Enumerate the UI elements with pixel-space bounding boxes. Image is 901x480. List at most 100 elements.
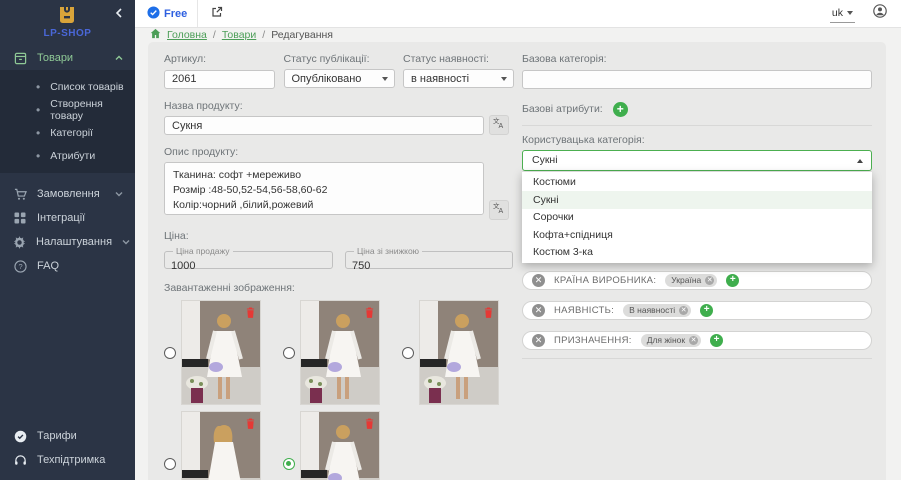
delete-image-button[interactable] xyxy=(365,305,374,323)
translate-name-button[interactable]: 文A xyxy=(489,115,509,135)
breadcrumb-current: Редагування xyxy=(271,29,333,41)
sidebar-item-products[interactable]: Товари xyxy=(0,46,135,70)
image-select-radio[interactable] xyxy=(402,347,414,359)
add-attribute-value-button[interactable]: + xyxy=(700,304,713,317)
custom-attributes-list: ✕ КРАЇНА ВИРОБНИКА: Україна ✕ + ✕ НАЯВНІ… xyxy=(522,271,872,350)
svg-text:A: A xyxy=(499,123,504,129)
sale-price-field: Ціна продажу xyxy=(164,246,333,269)
sidebar-item-product-list[interactable]: •Список товарів xyxy=(0,75,135,98)
plan-badge[interactable]: Free xyxy=(147,6,187,22)
base-category-input[interactable] xyxy=(522,70,872,89)
image-select-radio[interactable] xyxy=(164,458,176,470)
add-base-attribute-button[interactable]: + xyxy=(613,102,628,117)
open-shop-button[interactable] xyxy=(208,5,226,23)
remove-attribute-button[interactable]: ✕ xyxy=(532,334,545,347)
sku-label: Артикул: xyxy=(164,53,275,65)
account-button[interactable] xyxy=(871,5,889,23)
chevron-down-icon xyxy=(382,77,388,81)
language-value: uk xyxy=(832,7,843,19)
add-attribute-value-button[interactable]: + xyxy=(710,334,723,347)
bullet-icon: • xyxy=(36,150,40,162)
product-name-input[interactable] xyxy=(164,116,484,135)
divider xyxy=(522,125,872,126)
availability-status-select[interactable]: в наявності xyxy=(403,69,514,88)
sidebar-subitem-label: Створення товару xyxy=(50,98,135,122)
svg-text:?: ? xyxy=(18,262,22,271)
product-description-textarea[interactable]: Тканина: софт +мереживо Розмір :48-50,52… xyxy=(164,162,484,215)
sidebar-item-integrations[interactable]: Інтеграції xyxy=(0,206,135,230)
bullet-icon: • xyxy=(36,104,40,116)
product-photo xyxy=(300,300,380,405)
topbar-right: uk xyxy=(830,5,889,23)
cart-icon xyxy=(13,187,27,201)
remove-chip-button[interactable]: ✕ xyxy=(679,306,688,315)
sidebar-item-orders[interactable]: Замовлення xyxy=(0,182,135,206)
discount-price-input[interactable] xyxy=(352,260,498,272)
sidebar-item-label: Інтеграції xyxy=(37,212,123,224)
image-select-radio[interactable] xyxy=(283,347,295,359)
products-box-icon xyxy=(13,51,27,65)
chip-label: В наявності xyxy=(629,305,675,315)
product-name-label: Назва продукту: xyxy=(164,100,484,112)
chevron-down-icon xyxy=(847,11,853,15)
translate-description-button[interactable]: 文A xyxy=(489,200,509,220)
sidebar-item-support[interactable]: Техпідтримка xyxy=(0,448,135,472)
sidebar-item-product-create[interactable]: • Створення товару xyxy=(0,98,135,121)
publish-status-value: Опубліковано xyxy=(292,73,362,85)
uploaded-images-label: Завантаженні зображення: xyxy=(164,282,514,294)
breadcrumb: Головна / Товари / Редагування xyxy=(135,28,901,42)
discount-price-field: Ціна зі знижкою xyxy=(345,246,513,269)
image-select-radio[interactable] xyxy=(283,458,295,470)
remove-attribute-button[interactable]: ✕ xyxy=(532,274,545,287)
brand-logo[interactable]: LP-SHOP xyxy=(44,7,92,39)
breadcrumb-separator: / xyxy=(262,29,265,41)
image-select-radio[interactable] xyxy=(164,347,176,359)
delete-image-button[interactable] xyxy=(246,416,255,434)
remove-chip-button[interactable]: ✕ xyxy=(705,276,714,285)
attribute-label: КРАЇНА ВИРОБНИКА: xyxy=(554,275,656,286)
chevron-down-icon xyxy=(501,77,507,81)
custom-category-select[interactable]: Сукні xyxy=(522,150,872,171)
form-right-column: Базова категорія: Базові атрибути: + Кор… xyxy=(522,53,872,480)
sidebar-item-attributes[interactable]: •Атрибути xyxy=(0,144,135,167)
dropdown-option[interactable]: Костюм 3-ка xyxy=(522,244,872,262)
attribute-row: ✕ НАЯВНІСТЬ: В наявності ✕ + xyxy=(522,301,872,320)
plan-label: Free xyxy=(164,8,187,20)
sidebar-header: LP-SHOP xyxy=(0,0,135,46)
attribute-row: ✕ КРАЇНА ВИРОБНИКА: Україна ✕ + xyxy=(522,271,872,290)
publish-status-select[interactable]: Опубліковано xyxy=(284,69,395,88)
sale-price-input[interactable] xyxy=(171,260,318,272)
dropdown-option[interactable]: Сорочки xyxy=(522,209,872,227)
sidebar-item-categories[interactable]: •Категорії xyxy=(0,121,135,144)
dropdown-option[interactable]: Костюми xyxy=(522,174,872,192)
translate-icon: 文A xyxy=(493,116,505,134)
availability-status-value: в наявності xyxy=(411,73,469,85)
product-image-cell xyxy=(402,300,499,405)
chevron-down-icon xyxy=(122,236,130,248)
add-attribute-value-button[interactable]: + xyxy=(726,274,739,287)
sidebar-subitem-label: Категорії xyxy=(50,127,93,139)
breadcrumb-home-link[interactable]: Головна xyxy=(167,29,207,41)
sku-input[interactable] xyxy=(164,70,275,89)
sidebar-collapse-button[interactable] xyxy=(115,8,123,21)
sidebar-item-settings[interactable]: Налаштування xyxy=(0,230,135,254)
sidebar-item-faq[interactable]: ? FAQ xyxy=(0,254,135,278)
delete-image-button[interactable] xyxy=(484,305,493,323)
attribute-label: ПРИЗНАЧЕННЯ: xyxy=(554,335,632,346)
breadcrumb-products-link[interactable]: Товари xyxy=(222,29,256,41)
sidebar-item-tariffs[interactable]: Тарифи xyxy=(0,424,135,448)
remove-attribute-button[interactable]: ✕ xyxy=(532,304,545,317)
attribute-row: ✕ ПРИЗНАЧЕННЯ: Для жінок ✕ + xyxy=(522,331,872,350)
sidebar-subitem-label: Список товарів xyxy=(50,81,123,93)
attribute-value-chip: Для жінок ✕ xyxy=(641,334,701,347)
chevron-left-icon xyxy=(115,8,123,18)
delete-image-button[interactable] xyxy=(365,416,374,434)
dropdown-option[interactable]: Сукні xyxy=(522,191,872,209)
delete-image-button[interactable] xyxy=(246,305,255,323)
remove-chip-button[interactable]: ✕ xyxy=(689,336,698,345)
language-select[interactable]: uk xyxy=(830,5,855,23)
headset-icon xyxy=(13,453,27,467)
dropdown-option[interactable]: Кофта+спідниця xyxy=(522,226,872,244)
custom-category-label: Користувацька категорія: xyxy=(522,134,872,146)
home-icon xyxy=(150,28,161,42)
